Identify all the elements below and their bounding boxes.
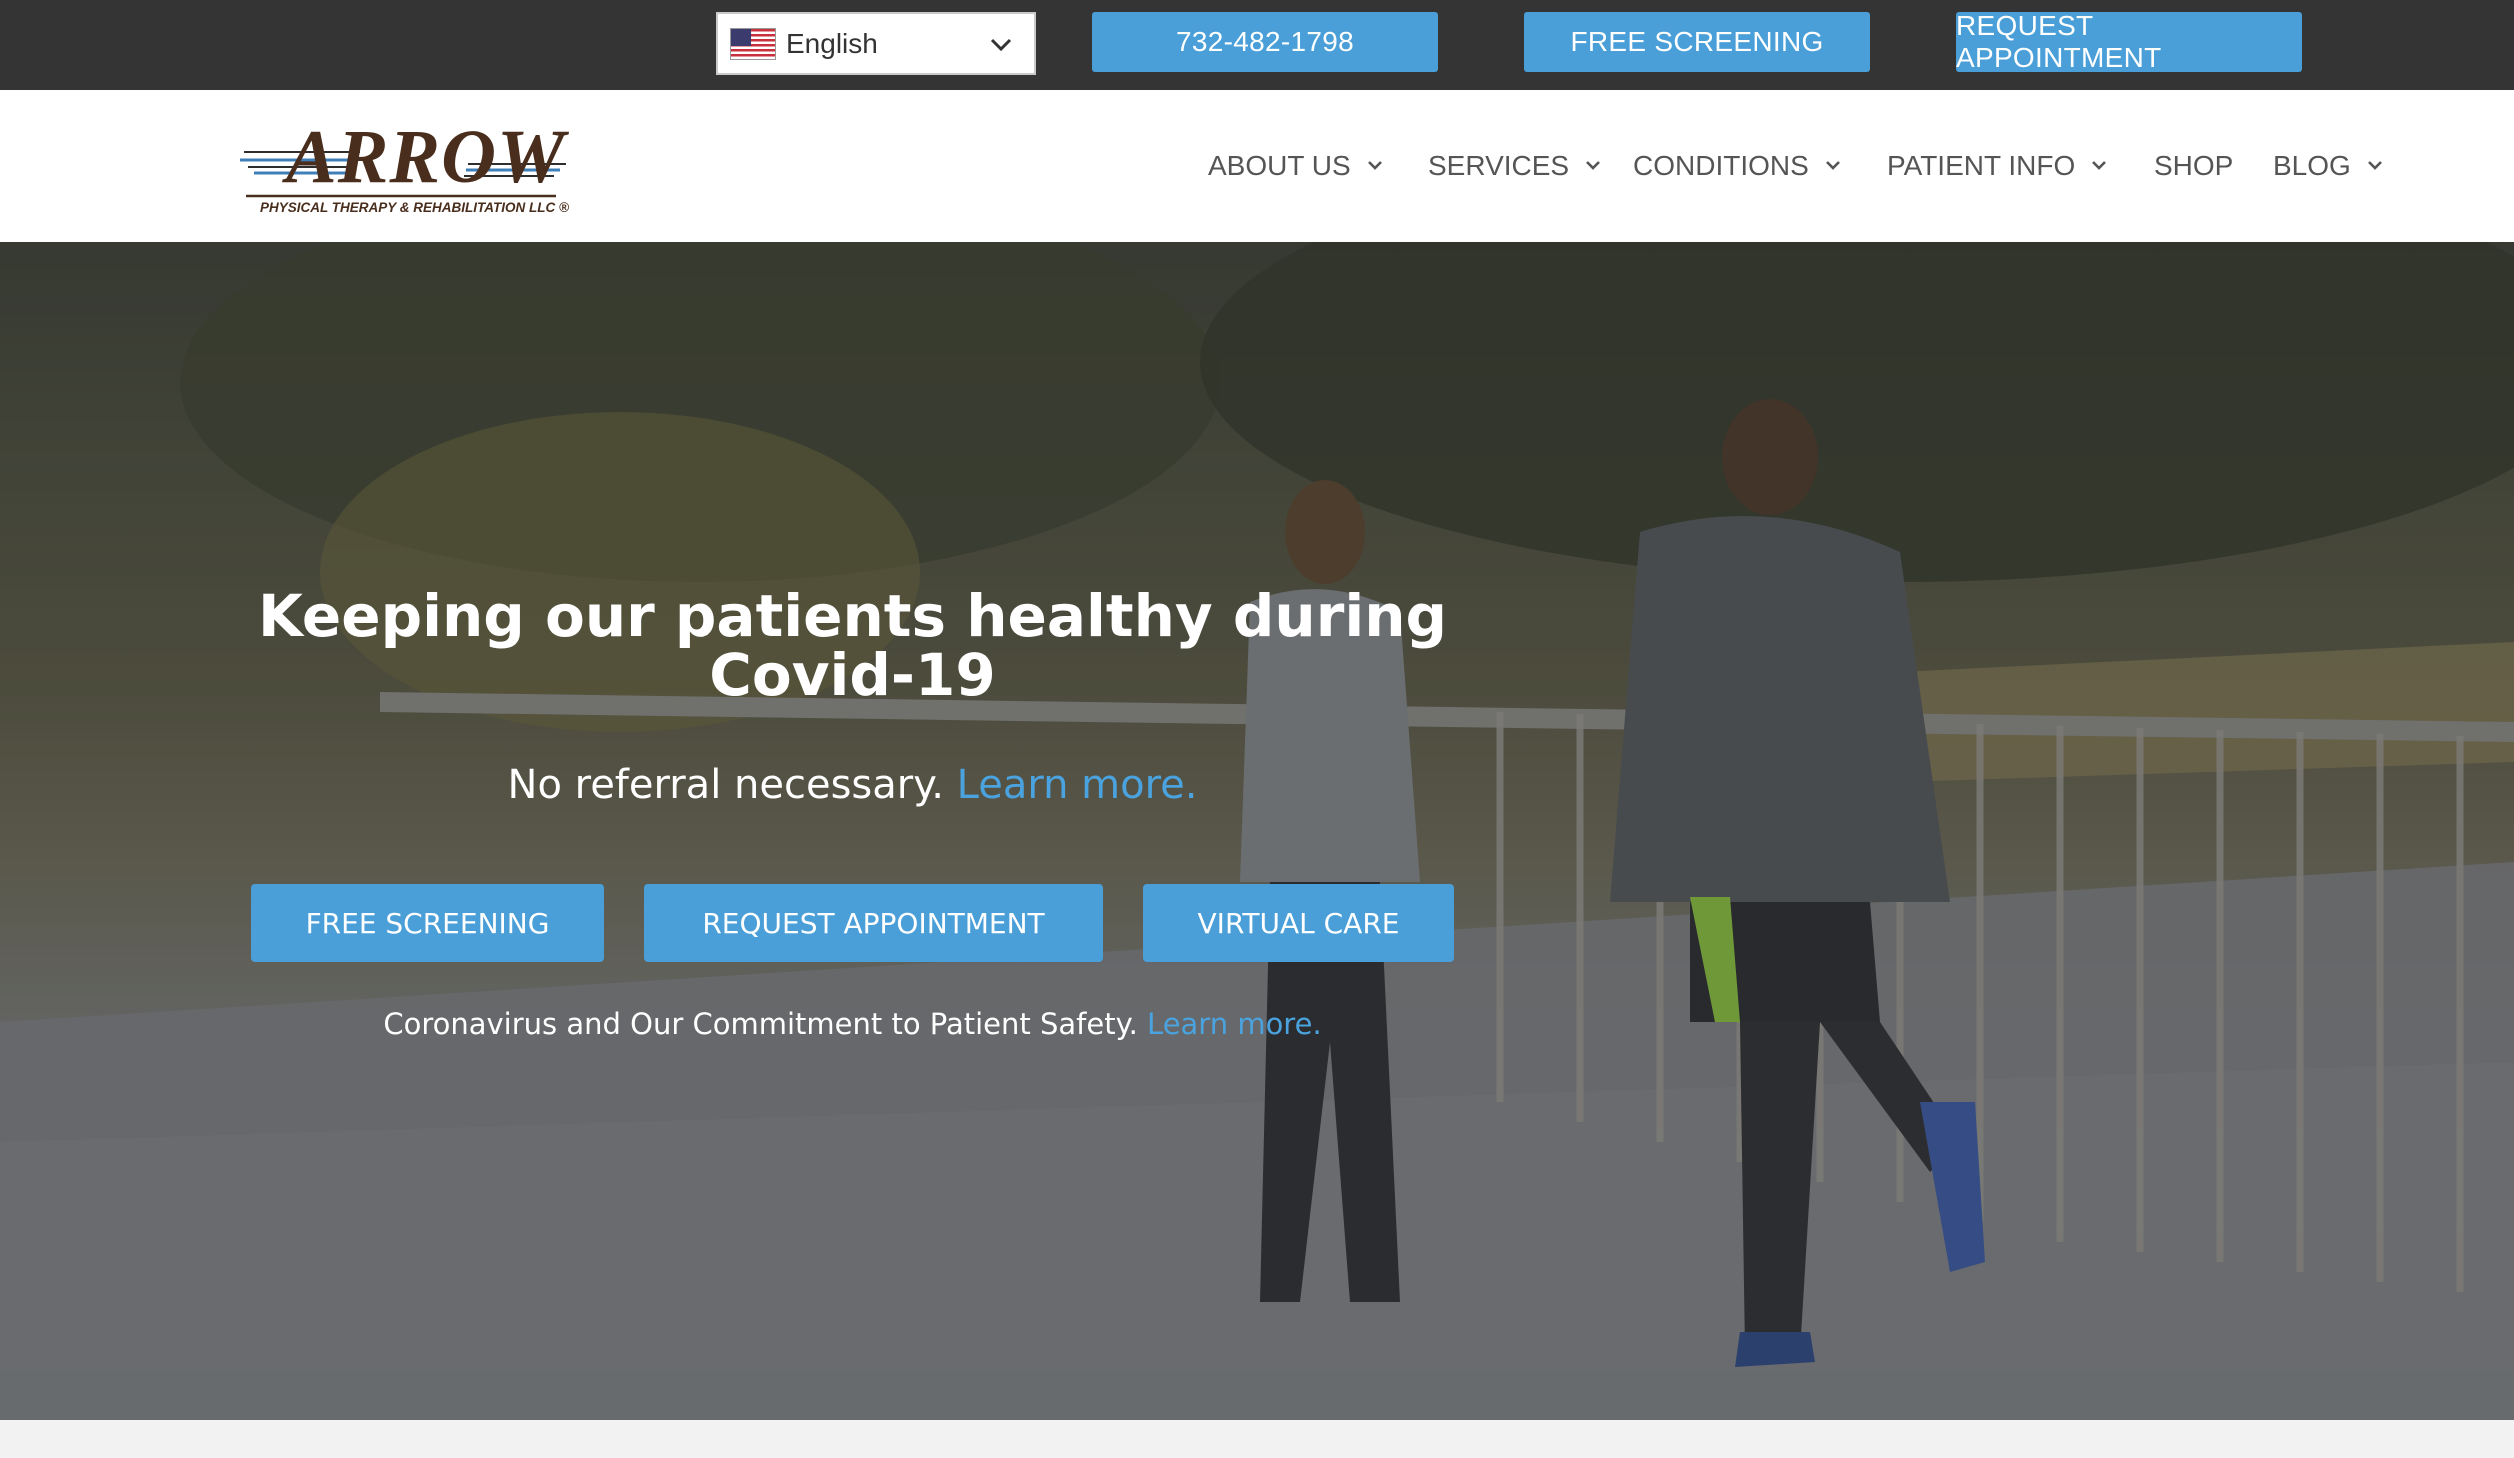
hero-subtitle: No referral necessary. Learn more. [230, 762, 1475, 808]
request-appointment-button[interactable]: REQUEST APPOINTMENT [1956, 10, 2302, 73]
language-selector[interactable]: English [716, 12, 1036, 75]
hero-request-appointment-button[interactable]: REQUEST APPOINTMENT [644, 884, 1103, 962]
nav-label: PATIENT INFO [1887, 150, 2076, 181]
hero-free-screening-button[interactable]: FREE SCREENING [251, 884, 604, 962]
site-header: ARROW PHYSICAL THERAPY & REHABILITATION … [0, 90, 2514, 242]
chevron-down-icon [1823, 150, 1843, 182]
language-label: English [786, 27, 878, 59]
hero-overlay [0, 242, 2514, 1420]
us-flag-icon [730, 27, 776, 60]
hero-safety-note: Coronavirus and Our Commitment to Patien… [230, 1007, 1475, 1041]
page-bottom-strip [0, 1420, 2514, 1458]
chevron-down-icon [2365, 150, 2385, 182]
hero-virtual-care-button[interactable]: VIRTUAL CARE [1143, 884, 1454, 962]
free-screening-button[interactable]: FREE SCREENING [1524, 12, 1870, 72]
hero-safety-learn-more-link[interactable]: Learn more. [1147, 1007, 1322, 1041]
nav-shop[interactable]: SHOP [2154, 90, 2233, 242]
phone-button[interactable]: 732-482-1798 [1092, 12, 1438, 72]
arrow-logo[interactable]: ARROW PHYSICAL THERAPY & REHABILITATION … [240, 112, 570, 224]
hero-learn-more-link[interactable]: Learn more. [957, 762, 1198, 808]
logo-wordmark: ARROW [286, 115, 566, 199]
nav-conditions[interactable]: CONDITIONS [1633, 90, 1843, 242]
top-utility-bar: English 732-482-1798 FREE SCREENING REQU… [0, 0, 2514, 90]
nav-label: SERVICES [1428, 150, 1570, 181]
nav-patient-info[interactable]: PATIENT INFO [1887, 90, 2109, 242]
nav-blog[interactable]: BLOG [2273, 90, 2385, 242]
chevron-down-icon [988, 32, 1014, 63]
nav-label: CONDITIONS [1633, 150, 1809, 181]
logo-tagline: PHYSICAL THERAPY & REHABILITATION LLC ® [260, 200, 569, 215]
chevron-down-icon [1583, 150, 1603, 182]
nav-label: SHOP [2154, 150, 2234, 181]
hero-subtitle-text: No referral necessary. [507, 762, 944, 808]
chevron-down-icon [2089, 150, 2109, 182]
chevron-down-icon [1365, 150, 1385, 182]
nav-label: BLOG [2273, 150, 2351, 181]
nav-services[interactable]: SERVICES [1428, 90, 1603, 242]
nav-about-us[interactable]: ABOUT US [1208, 90, 1385, 242]
nav-label: ABOUT US [1208, 150, 1351, 181]
hero-banner: Keeping our patients healthy during Covi… [0, 242, 2514, 1420]
hero-title: Keeping our patients healthy during Covi… [257, 582, 1448, 709]
hero-safety-note-text: Coronavirus and Our Commitment to Patien… [383, 1007, 1138, 1041]
